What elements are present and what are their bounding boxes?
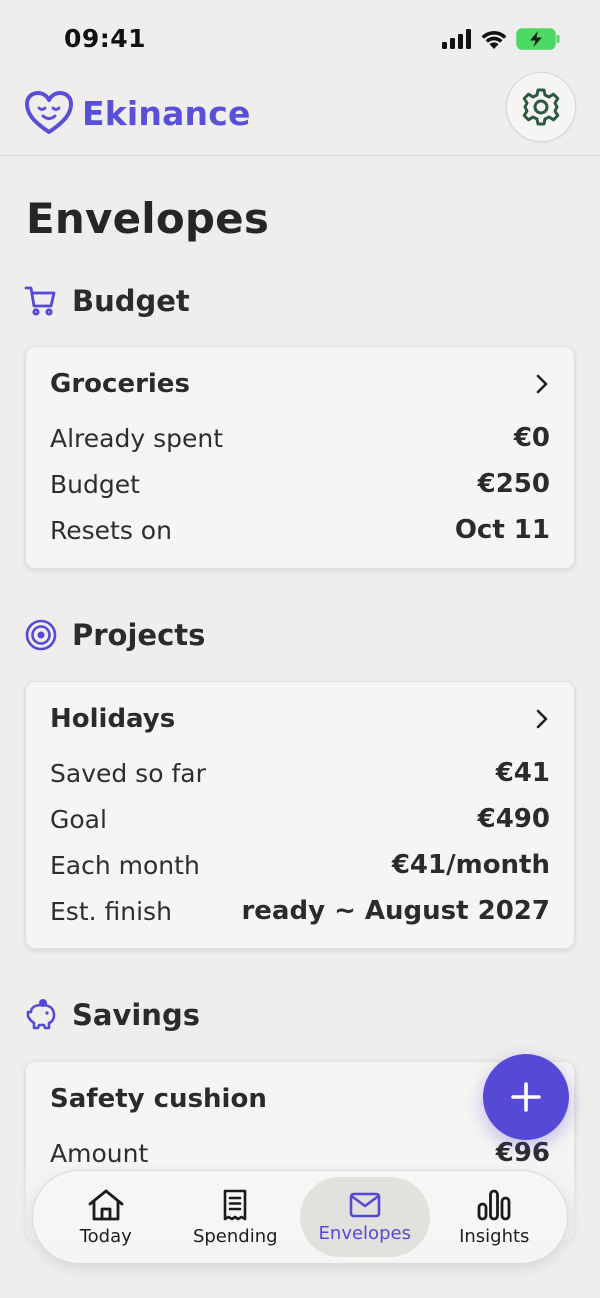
tab-envelopes[interactable]: Envelopes: [300, 1177, 430, 1257]
row-label: Resets on: [50, 515, 172, 545]
status-icons: [442, 28, 560, 50]
battery-charging-icon: [516, 28, 560, 50]
app-header: Ekinance: [0, 70, 600, 156]
bar-chart-icon: [477, 1189, 511, 1220]
row-label: Goal: [50, 804, 107, 834]
cart-icon: [24, 286, 56, 316]
row-value: Oct 11: [454, 515, 550, 545]
chevron-right-icon[interactable]: [534, 707, 550, 731]
status-bar: 09:41: [0, 0, 600, 80]
status-time: 09:41: [64, 24, 147, 53]
section-title-budget: Budget: [72, 284, 190, 318]
card-row: Resets on Oct 11: [50, 507, 550, 553]
envelope-card-groceries[interactable]: Groceries Already spent €0 Budget €250 R…: [25, 346, 575, 569]
row-value: ready ~ August 2027: [241, 896, 550, 926]
plus-icon: [511, 1082, 541, 1112]
card-row: Each month €41/month: [50, 842, 550, 888]
settings-button[interactable]: [506, 72, 576, 142]
row-value: €250: [477, 469, 550, 499]
tab-insights[interactable]: Insights: [430, 1177, 560, 1257]
bottom-tab-bar: Today Spending Envelopes Insights: [32, 1170, 568, 1264]
piggy-bank-icon: [26, 999, 56, 1030]
signal-icon: [442, 29, 471, 49]
app-logo: Ekinance: [24, 90, 251, 136]
section-title-projects: Projects: [72, 618, 206, 652]
tab-today[interactable]: Today: [41, 1177, 171, 1257]
tab-spending[interactable]: Spending: [171, 1177, 301, 1257]
home-icon: [88, 1189, 124, 1220]
row-value: €490: [477, 804, 550, 834]
page-title: Envelopes: [26, 194, 270, 243]
card-row: Est. finish ready ~ August 2027: [50, 888, 550, 934]
tab-label: Envelopes: [318, 1222, 411, 1244]
section-header-savings: Savings: [24, 998, 200, 1032]
card-row: Budget €250: [50, 461, 550, 507]
section-title-savings: Savings: [72, 998, 200, 1032]
row-value: €41/month: [391, 850, 550, 880]
gear-icon: [522, 88, 560, 126]
row-value: €41: [495, 758, 550, 788]
tab-label: Spending: [192, 1225, 278, 1247]
card-title: Holidays: [50, 704, 176, 734]
row-label: Each month: [50, 850, 200, 880]
target-icon: [25, 619, 57, 651]
heart-smile-icon: [25, 91, 73, 134]
receipt-icon: [223, 1189, 247, 1220]
row-value: €0: [513, 423, 550, 453]
card-row: Saved so far €41: [50, 750, 550, 796]
card-row: Already spent €0: [50, 415, 550, 461]
card-title: Groceries: [50, 369, 190, 399]
app-name: Ekinance: [82, 93, 251, 133]
row-label: Saved so far: [50, 758, 206, 788]
row-label: Est. finish: [50, 896, 172, 926]
wifi-icon: [481, 30, 507, 49]
card-row: Goal €490: [50, 796, 550, 842]
row-label: Budget: [50, 469, 140, 499]
chevron-right-icon[interactable]: [534, 372, 550, 396]
section-header-budget: Budget: [24, 284, 190, 318]
tab-label: Today: [79, 1225, 132, 1247]
add-envelope-button[interactable]: [483, 1054, 569, 1140]
card-title: Safety cushion: [50, 1084, 267, 1114]
tab-label: Insights: [459, 1225, 530, 1247]
envelope-card-holidays[interactable]: Holidays Saved so far €41 Goal €490 Each…: [25, 681, 575, 949]
row-label: Already spent: [50, 423, 224, 453]
envelope-icon: [349, 1192, 381, 1217]
section-header-projects: Projects: [24, 618, 205, 652]
